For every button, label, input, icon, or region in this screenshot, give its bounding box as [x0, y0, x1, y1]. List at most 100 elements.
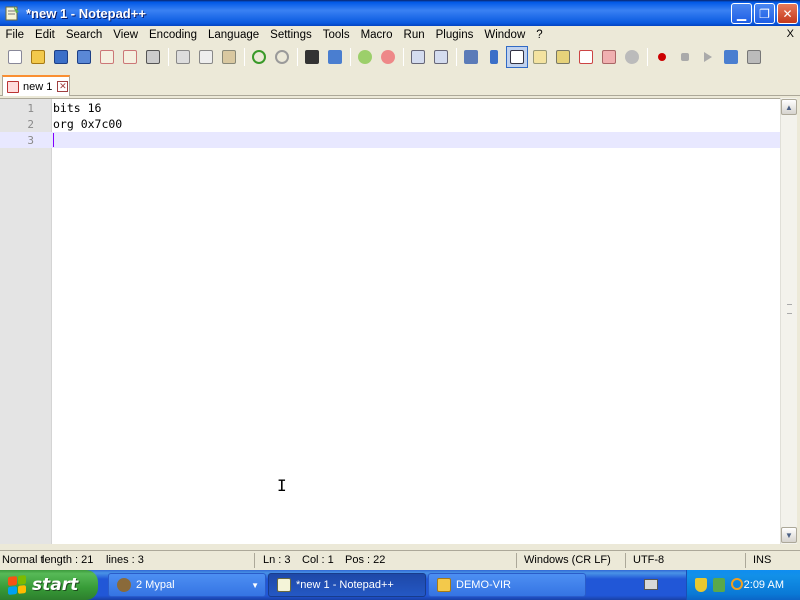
- copy-button[interactable]: [195, 46, 217, 68]
- new-file-button[interactable]: [4, 46, 26, 68]
- task-label: 2 Mypal: [136, 579, 175, 591]
- paste-button[interactable]: [218, 46, 240, 68]
- stop-macro-button[interactable]: [674, 46, 696, 68]
- replace-button[interactable]: [324, 46, 346, 68]
- run-macro-multiple-button[interactable]: [720, 46, 742, 68]
- stop-macro-icon: [681, 53, 689, 61]
- save-macro-button[interactable]: [743, 46, 765, 68]
- zoom-out-button[interactable]: [377, 46, 399, 68]
- print-button[interactable]: [142, 46, 164, 68]
- menu-encoding[interactable]: Encoding: [144, 29, 203, 41]
- status-length: length : 21: [42, 554, 94, 566]
- close-all-button[interactable]: [119, 46, 141, 68]
- keyboard-layout-icon[interactable]: [644, 579, 658, 590]
- menu-plugins[interactable]: Plugins: [430, 29, 479, 41]
- undo-icon: [252, 50, 266, 64]
- monitoring-button[interactable]: [621, 46, 643, 68]
- toolbar-separator: [350, 48, 351, 66]
- print-icon: [146, 50, 160, 64]
- cut-button[interactable]: [172, 46, 194, 68]
- zoom-in-button[interactable]: [354, 46, 376, 68]
- document-map-button[interactable]: [552, 46, 574, 68]
- save-all-button[interactable]: [73, 46, 95, 68]
- network-icon[interactable]: [713, 578, 725, 592]
- close-file-button[interactable]: [96, 46, 118, 68]
- sync-vertical-button[interactable]: [407, 46, 429, 68]
- indent-guide-icon: [510, 50, 524, 64]
- undo-button[interactable]: [248, 46, 270, 68]
- close-button[interactable]: ✕: [777, 3, 798, 24]
- status-eol[interactable]: Windows (CR LF): [524, 554, 611, 566]
- show-all-chars-icon: [490, 50, 498, 64]
- vertical-scrollbar[interactable]: ▲ ▼: [780, 98, 797, 544]
- search-icon[interactable]: [731, 578, 743, 590]
- redo-button[interactable]: [271, 46, 293, 68]
- editor-line-current[interactable]: 3: [0, 132, 780, 148]
- toolbar-separator: [403, 48, 404, 66]
- cut-icon: [176, 50, 190, 64]
- toolbar: [0, 44, 800, 70]
- menu-search[interactable]: Search: [60, 29, 107, 41]
- folder-workspace-button[interactable]: [598, 46, 620, 68]
- sync-vertical-icon: [411, 50, 425, 64]
- status-bar: Normal t length : 21 lines : 3 Ln : 3 Co…: [0, 550, 800, 570]
- menu-macro[interactable]: Macro: [355, 29, 398, 41]
- editor-line[interactable]: 1 bits 16: [0, 100, 780, 116]
- minimize-button[interactable]: ▁: [731, 3, 752, 24]
- clock[interactable]: 2:09 AM: [744, 579, 784, 591]
- windows-logo-icon: [8, 575, 26, 595]
- line-number: 3: [27, 134, 34, 147]
- title-bar[interactable]: *new 1 - Notepad++ ▁ ❐ ✕: [0, 0, 800, 26]
- menu-tools[interactable]: Tools: [317, 29, 355, 41]
- window-title: *new 1 - Notepad++: [26, 5, 146, 21]
- menu-view[interactable]: View: [108, 29, 144, 41]
- maximize-button[interactable]: ❐: [754, 3, 775, 24]
- status-encoding[interactable]: UTF-8: [633, 554, 664, 566]
- menu-settings[interactable]: Settings: [265, 29, 318, 41]
- status-lines: lines : 3: [106, 554, 144, 566]
- menu-edit[interactable]: Edit: [30, 29, 61, 41]
- editor-area[interactable]: 1 bits 16 2 org 0x7c00 3: [0, 98, 780, 544]
- start-button[interactable]: start: [0, 570, 98, 600]
- editor-line[interactable]: 2 org 0x7c00: [0, 116, 780, 132]
- menu-run[interactable]: Run: [398, 29, 430, 41]
- scroll-up-button[interactable]: ▲: [781, 99, 797, 115]
- taskbar: start 2 Mypal ▼ *new 1 - Notepad++ DEMO-…: [0, 570, 800, 600]
- status-divider: [516, 553, 517, 568]
- menu-language[interactable]: Language: [202, 29, 264, 41]
- scroll-down-button[interactable]: ▼: [781, 527, 797, 543]
- status-divider: [745, 553, 746, 568]
- notepadpp-icon: [277, 578, 291, 592]
- play-macro-button[interactable]: [697, 46, 719, 68]
- close-document-button[interactable]: X: [787, 28, 794, 40]
- sync-horizontal-icon: [434, 50, 448, 64]
- menu-help[interactable]: ?: [531, 29, 548, 41]
- user-language-button[interactable]: [529, 46, 551, 68]
- open-file-button[interactable]: [27, 46, 49, 68]
- line-number-gutter: [0, 99, 52, 544]
- close-icon: [100, 50, 114, 64]
- toolbar-separator: [168, 48, 169, 66]
- notepadpp-app-icon[interactable]: [4, 5, 20, 21]
- taskbar-item-notepadpp[interactable]: *new 1 - Notepad++: [268, 573, 426, 597]
- taskbar-item-demo-vir[interactable]: DEMO-VIR: [428, 573, 586, 597]
- save-button[interactable]: [50, 46, 72, 68]
- sync-horizontal-button[interactable]: [430, 46, 452, 68]
- find-button[interactable]: [301, 46, 323, 68]
- toolbar-separator: [244, 48, 245, 66]
- menu-window[interactable]: Window: [479, 29, 531, 41]
- tab-new-1[interactable]: new 1 ✕: [2, 75, 70, 96]
- taskbar-item-mypal[interactable]: 2 Mypal ▼: [108, 573, 266, 597]
- system-tray: 2:09 AM: [686, 570, 800, 600]
- function-list-button[interactable]: [575, 46, 597, 68]
- user-language-icon: [533, 50, 547, 64]
- show-all-chars-button[interactable]: [483, 46, 505, 68]
- status-insert-mode[interactable]: INS: [753, 554, 771, 566]
- indent-guide-button[interactable]: [506, 46, 528, 68]
- word-wrap-button[interactable]: [460, 46, 482, 68]
- menu-file[interactable]: File: [0, 29, 30, 41]
- security-shield-icon[interactable]: [695, 578, 707, 592]
- record-macro-button[interactable]: [651, 46, 673, 68]
- tab-close-button[interactable]: ✕: [57, 81, 69, 92]
- paste-icon: [222, 50, 236, 64]
